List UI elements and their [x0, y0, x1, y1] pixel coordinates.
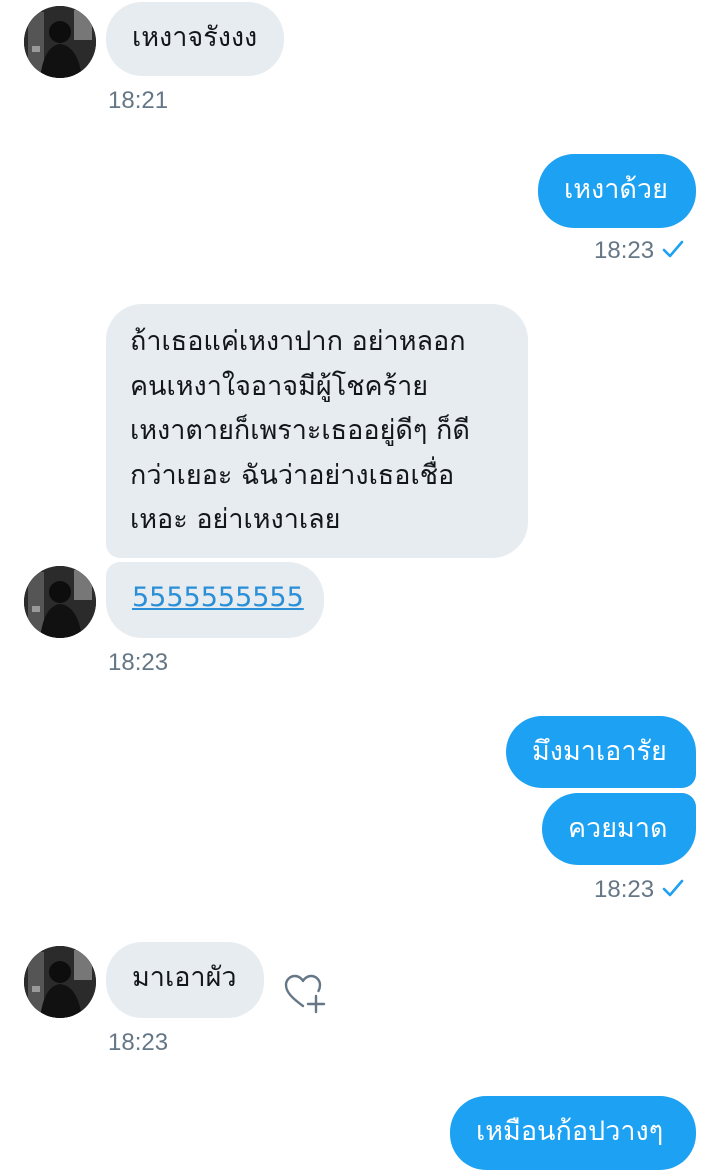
timestamp-row: 18:23	[594, 236, 684, 267]
conversation-view: เหงาจรังงง 18:21 เหงาด้วย 18:23 ถ้าเธอแค…	[0, 0, 720, 1170]
message-line: เหงาตายก็เพราะเธออยู่ดีๆ ก็ดี	[130, 415, 470, 446]
timestamp: 18:23	[108, 1029, 169, 1056]
message-text: มาเอาผัว	[132, 962, 237, 993]
check-icon	[662, 876, 684, 906]
message-bubble[interactable]: เหงาจรังงง	[106, 2, 284, 76]
message-bubble[interactable]: 5555555555	[106, 562, 324, 638]
timestamp: 18:21	[108, 87, 169, 114]
message-text: ควยมาด	[568, 813, 668, 844]
message-bubble[interactable]: มาเอาผัว	[106, 942, 264, 1018]
timestamp-row: 18:23	[594, 875, 684, 906]
message-text: มึงมาเอารัย	[532, 736, 667, 767]
message-text: เหมือนก้อปวางๆ	[476, 1116, 664, 1147]
message-text: เหงาด้วย	[564, 174, 668, 205]
timestamp: 18:23	[594, 237, 655, 264]
message-bubble[interactable]: ถ้าเธอแค่เหงาปาก อย่าหลอก คนเหงาใจอาจมีผ…	[106, 304, 528, 558]
message-line: ถ้าเธอแค่เหงาปาก อย่าหลอก	[130, 326, 466, 357]
message-line: เหอะ อย่าเหงาเลย	[130, 504, 341, 535]
message-bubble[interactable]: เหมือนก้อปวางๆ	[450, 1096, 696, 1170]
message-bubble[interactable]: มึงมาเอารัย	[506, 716, 696, 788]
avatar[interactable]	[24, 946, 96, 1018]
message-line: คนเหงาใจอาจมีผู้โชคร้าย	[130, 370, 429, 402]
heart-plus-icon[interactable]	[282, 970, 328, 1016]
message-link[interactable]: 5555555555	[132, 582, 304, 613]
message-bubble[interactable]: ควยมาด	[542, 793, 696, 865]
message-bubble[interactable]: เหงาด้วย	[538, 154, 696, 228]
message-line: กว่าเยอะ ฉันว่าอย่างเธอเชื่อ	[130, 459, 455, 491]
message-text: เหงาจรังงง	[132, 22, 258, 53]
avatar[interactable]	[24, 566, 96, 638]
timestamp: 18:23	[594, 876, 655, 903]
check-icon	[662, 237, 684, 267]
avatar[interactable]	[24, 6, 96, 78]
timestamp: 18:23	[108, 649, 169, 676]
